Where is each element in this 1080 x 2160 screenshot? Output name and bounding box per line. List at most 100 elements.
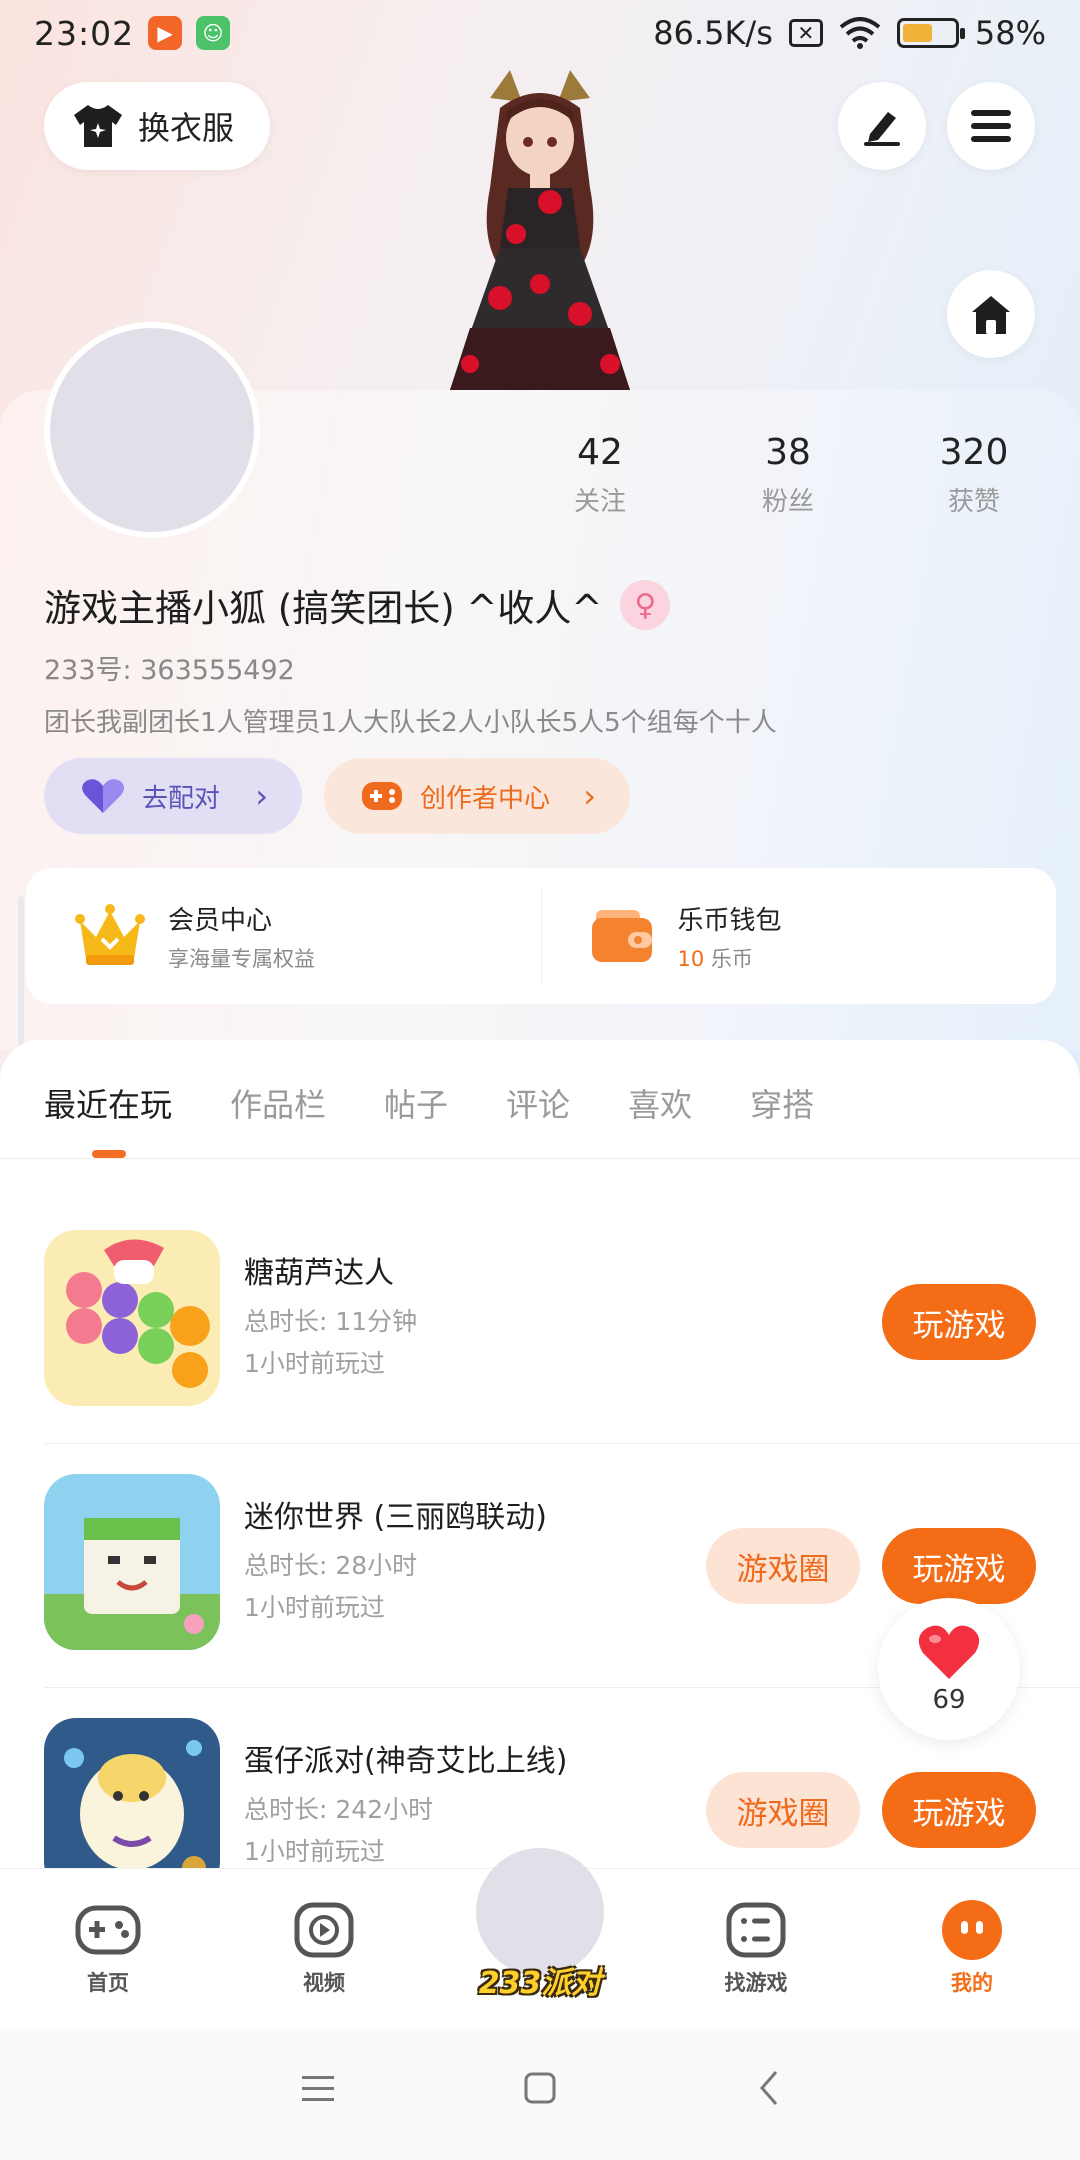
- game-row[interactable]: 糖葫芦达人 总时长: 11分钟 1小时前玩过 玩游戏: [0, 1200, 1080, 1444]
- nav-video[interactable]: 视频: [244, 1869, 404, 2029]
- stat-fans-label: 粉丝: [761, 487, 814, 517]
- nav-home-label: 首页: [87, 1971, 129, 1995]
- video-play-icon: [294, 1902, 354, 1958]
- play-game-button[interactable]: 玩游戏: [882, 1772, 1036, 1848]
- tab-outfits[interactable]: 穿搭: [750, 1080, 814, 1126]
- menu-icon: [971, 110, 1011, 142]
- avatar[interactable]: [44, 322, 260, 538]
- video-app-icon: ▶: [148, 16, 183, 50]
- creator-center-label: 创作者中心: [420, 783, 551, 814]
- heart-icon: [918, 1625, 980, 1679]
- scrollbar: [18, 896, 24, 1056]
- game-icon-mini-world[interactable]: [44, 1474, 220, 1650]
- wallet-unit: 乐币: [710, 946, 753, 971]
- nav-mine-label: 我的: [951, 1971, 993, 1995]
- wifi-icon: [839, 17, 881, 49]
- chevron-right-icon: ›: [255, 777, 268, 815]
- stat-fans-value: 38: [765, 432, 811, 473]
- game-last-played: 1小时前玩过: [244, 1837, 385, 1866]
- pair-heart-icon: [80, 777, 126, 815]
- stat-following-value: 42: [577, 432, 623, 473]
- game-icon-candied-haws[interactable]: [44, 1230, 220, 1406]
- like-count: 69: [932, 1685, 966, 1715]
- change-outfit-button[interactable]: 换衣服: [44, 82, 270, 170]
- member-center[interactable]: 会员中心 享海量专属权益: [26, 868, 541, 1004]
- go-pair-label: 去配对: [142, 783, 221, 814]
- game-playtime: 总时长: 242小时: [244, 1795, 434, 1824]
- stat-following[interactable]: 42 关注: [520, 432, 680, 518]
- status-bar: 23:02 ▶ ☺ 86.5K/s ✕ 58%: [0, 0, 1080, 66]
- back-icon[interactable]: [750, 2068, 790, 2108]
- list-icon: [726, 1902, 786, 1958]
- nav-home[interactable]: 首页: [28, 1869, 188, 2029]
- no-sim-icon: ✕: [788, 19, 823, 47]
- stat-following-label: 关注: [573, 487, 626, 517]
- nickname-text: 游戏主播小狐 (搞笑团长) ^收人^: [44, 587, 603, 630]
- wallet-balance: 10 乐币: [678, 943, 782, 973]
- game-title: 糖葫芦达人: [244, 1256, 394, 1291]
- shirt-icon: [74, 105, 122, 147]
- net-speed: 86.5K/s: [653, 14, 773, 52]
- coin-wallet[interactable]: 乐币钱包 10 乐币: [542, 868, 1057, 1004]
- wallet-amount: 10: [677, 946, 705, 971]
- home-page-button[interactable]: [947, 270, 1035, 358]
- play-game-button[interactable]: 玩游戏: [882, 1528, 1036, 1604]
- party-logo[interactable]: 233派对: [470, 1958, 610, 2002]
- nav-video-label: 视频: [303, 1971, 345, 1995]
- party-button[interactable]: [476, 1848, 604, 1976]
- stat-fans[interactable]: 38 粉丝: [708, 432, 868, 518]
- go-pair-button[interactable]: 去配对 ›: [44, 758, 302, 834]
- edit-icon: [864, 112, 900, 146]
- member-center-subtitle: 享海量专属权益: [168, 946, 315, 971]
- mine-face-icon: [942, 1900, 1002, 1960]
- chevron-right-icon: ›: [583, 777, 596, 815]
- cat-app-icon: ☺: [196, 16, 231, 50]
- nav-find-games[interactable]: 找游戏: [676, 1869, 836, 2029]
- tab-works[interactable]: 作品栏: [230, 1080, 326, 1126]
- vip-wallet-card: 会员中心 享海量专属权益 乐币钱包 10 乐币: [26, 868, 1056, 1004]
- nav-mine[interactable]: 我的: [892, 1869, 1052, 2029]
- wallet-title: 乐币钱包: [677, 905, 782, 936]
- play-game-button[interactable]: 玩游戏: [882, 1284, 1036, 1360]
- profile-tabs: 最近在玩 作品栏 帖子 评论 喜欢 穿搭: [44, 1080, 872, 1126]
- edit-button[interactable]: [838, 82, 926, 170]
- stat-likes[interactable]: 320 获赞: [894, 432, 1054, 518]
- tab-indicator: [92, 1150, 126, 1158]
- game-last-played: 1小时前玩过: [244, 1349, 385, 1378]
- home-square-icon[interactable]: [520, 2068, 560, 2108]
- game-last-played: 1小时前玩过: [244, 1593, 385, 1622]
- member-center-title: 会员中心: [168, 905, 273, 936]
- change-outfit-label: 换衣服: [138, 109, 235, 147]
- nav-find-games-label: 找游戏: [724, 1971, 788, 1995]
- game-title: 迷你世界 (三丽鸥联动): [244, 1500, 547, 1535]
- user-bio: 团长我副团长1人管理员1人大队长2人小队长5人5个组每个十人: [44, 708, 777, 738]
- gamepad-icon: [75, 1905, 141, 1955]
- menu-button[interactable]: [947, 82, 1035, 170]
- wallet-icon: [591, 910, 652, 962]
- game-title: 蛋仔派对(神奇艾比上线): [244, 1744, 568, 1779]
- game-circle-button[interactable]: 游戏圈: [706, 1528, 860, 1604]
- game-playtime: 总时长: 28小时: [244, 1551, 418, 1580]
- nickname: 游戏主播小狐 (搞笑团长) ^收人^ ♀: [44, 578, 671, 632]
- floating-like-button[interactable]: 69: [878, 1598, 1020, 1740]
- gamepad-icon: [360, 778, 404, 814]
- stat-likes-label: 获赞: [947, 487, 1000, 517]
- female-gender-icon: ♀: [620, 580, 671, 630]
- tab-posts[interactable]: 帖子: [384, 1080, 448, 1126]
- crown-icon: [75, 904, 145, 965]
- game-circle-button[interactable]: 游戏圈: [706, 1772, 860, 1848]
- tab-comments[interactable]: 评论: [506, 1080, 570, 1126]
- tab-recent[interactable]: 最近在玩: [44, 1080, 172, 1126]
- content-panel: 最近在玩 作品栏 帖子 评论 喜欢 穿搭 糖葫芦达人 总时长: 11分钟 1小时…: [0, 1040, 1080, 1894]
- recents-icon[interactable]: [298, 2068, 338, 2108]
- creator-center-button[interactable]: 创作者中心 ›: [324, 758, 630, 834]
- battery-icon: [896, 18, 965, 48]
- system-nav-bar: [0, 2028, 1080, 2160]
- character-figure: [450, 70, 630, 390]
- user-id: 233号: 363555492: [44, 655, 295, 686]
- divider: [0, 1158, 1080, 1159]
- battery-percent: 58%: [974, 14, 1046, 52]
- stat-likes-value: 320: [939, 432, 1009, 473]
- house-icon: [972, 296, 1010, 334]
- tab-likes[interactable]: 喜欢: [628, 1080, 692, 1126]
